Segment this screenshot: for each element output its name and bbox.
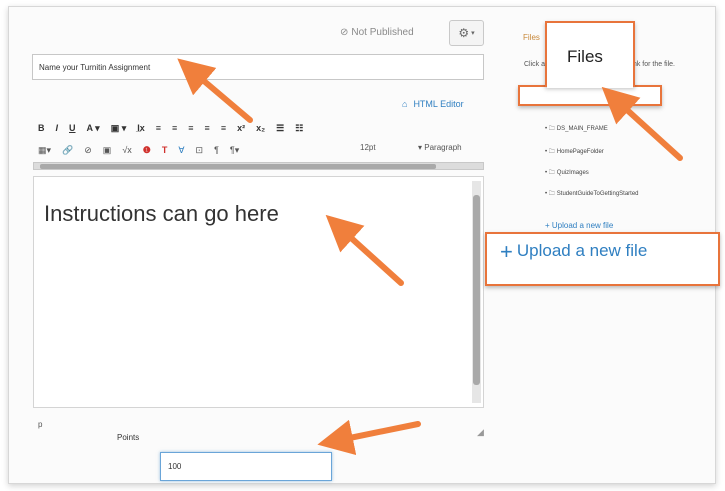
arrow-to-title [177,58,253,123]
arrow-to-points [317,419,421,456]
arrow-to-editor [325,214,404,286]
arrow-to-files [601,86,683,161]
annotation-arrows [177,58,683,456]
